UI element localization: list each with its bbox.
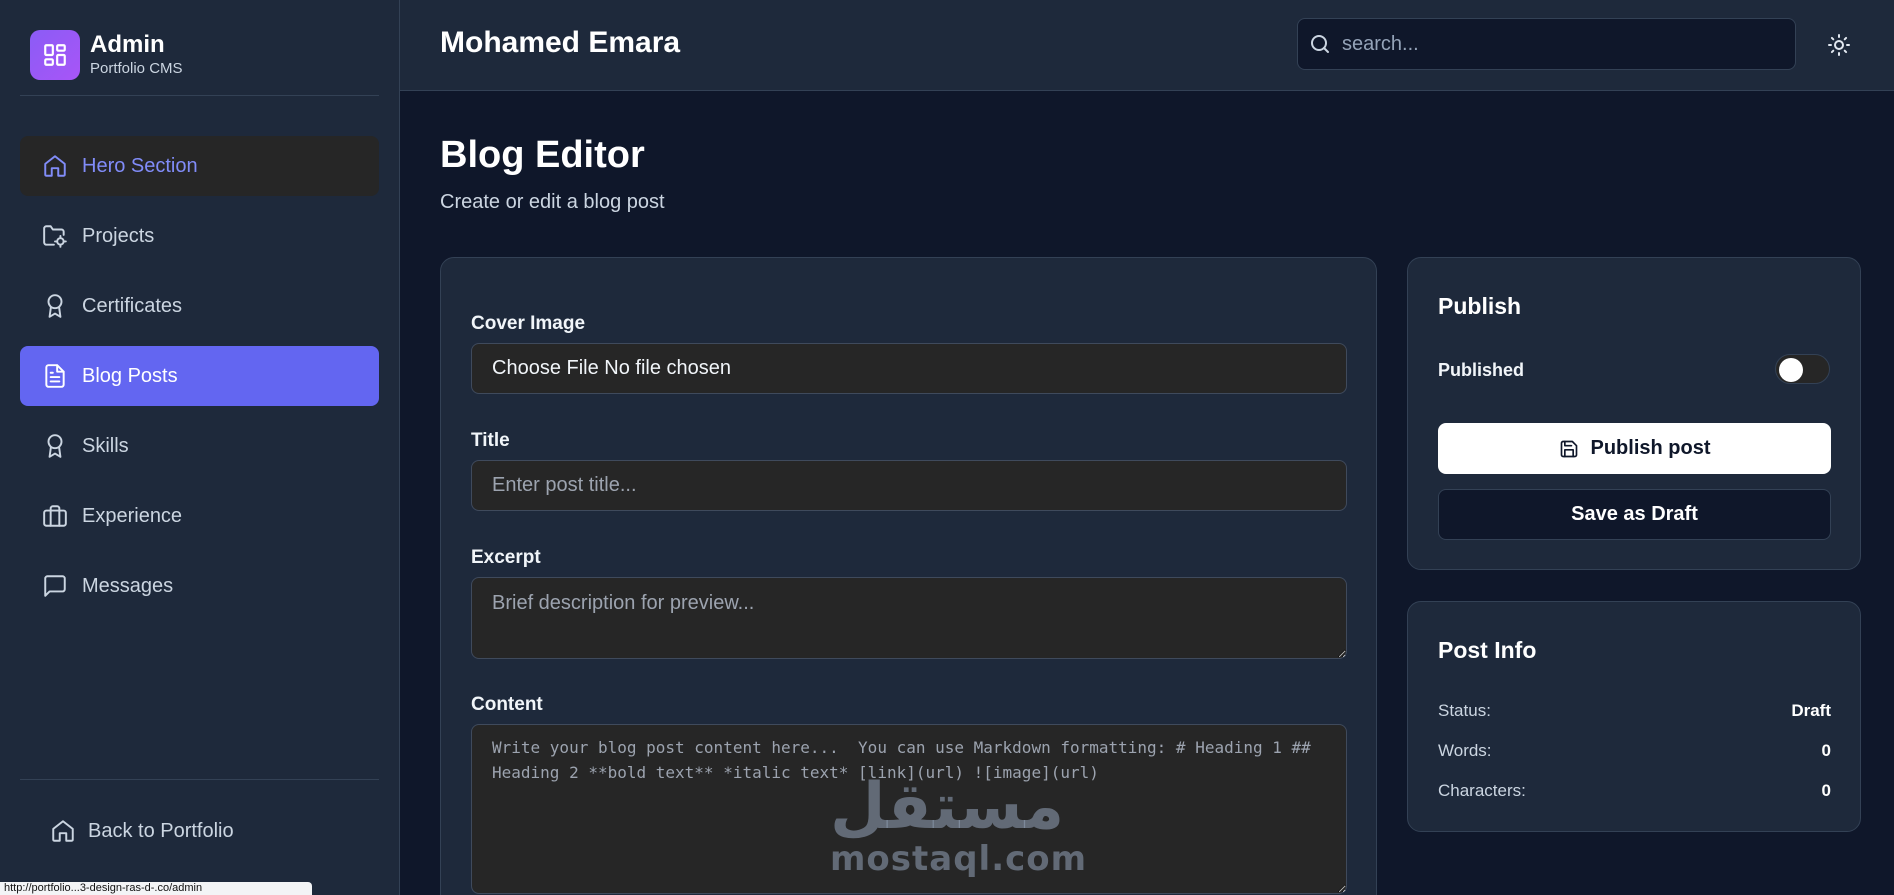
post-info-title: Post Info — [1438, 637, 1537, 663]
sidebar-item-label: Blog Posts — [82, 364, 178, 387]
publish-post-label: Publish post — [1590, 437, 1711, 459]
sidebar-nav: Hero Section Projects Certificates Blog … — [20, 136, 379, 626]
dashboard-grid-icon — [30, 30, 80, 80]
sidebar-item-messages[interactable]: Messages — [20, 556, 379, 616]
post-info-card: Post Info Status: Draft Words: 0 Charact… — [1407, 601, 1861, 832]
sidebar-item-skills[interactable]: Skills — [20, 416, 379, 476]
publish-post-button[interactable]: Publish post — [1438, 423, 1831, 474]
user-name: Mohamed Emara — [440, 26, 681, 59]
info-key: Characters: — [1438, 781, 1526, 800]
sidebar-item-label: Hero Section — [82, 154, 198, 177]
content-label: Content — [471, 694, 543, 715]
home-icon — [40, 151, 70, 181]
characters-value: 0 — [1821, 781, 1831, 800]
brand-subtitle: Portfolio CMS — [90, 60, 183, 77]
watermark-arabic: مستقل — [830, 770, 1065, 844]
award-icon — [40, 291, 70, 321]
sidebar-item-certificates[interactable]: Certificates — [20, 276, 379, 336]
sun-icon[interactable] — [1826, 32, 1852, 58]
watermark-latin: mostaql.com — [830, 839, 1088, 879]
award-icon — [40, 431, 70, 461]
sidebar-item-projects[interactable]: Projects — [20, 206, 379, 266]
briefcase-icon — [40, 501, 70, 531]
back-to-portfolio-label: Back to Portfolio — [88, 819, 234, 842]
info-row-words: Words: 0 — [1438, 741, 1831, 761]
sidebar-item-experience[interactable]: Experience — [20, 486, 379, 546]
file-input-text: Choose File No file chosen — [492, 357, 732, 379]
info-key: Status: — [1438, 701, 1491, 720]
published-toggle[interactable] — [1775, 354, 1830, 384]
folder-icon — [40, 221, 70, 251]
excerpt-label: Excerpt — [471, 547, 541, 568]
search-input[interactable] — [1342, 32, 1762, 56]
watermark: مستقل mostaql.com — [830, 770, 1088, 879]
search-box[interactable] — [1297, 18, 1796, 70]
sidebar-item-label: Messages — [82, 574, 174, 597]
brand: Admin Portfolio CMS — [30, 30, 183, 80]
status-value: Draft — [1791, 701, 1831, 720]
sidebar-item-label: Certificates — [82, 294, 183, 317]
toggle-knob — [1779, 358, 1803, 382]
browser-status-url: http://portfolio...3-design-ras-d-.co/ad… — [0, 882, 312, 895]
sidebar-divider-top — [20, 95, 379, 96]
post-title-input[interactable] — [471, 460, 1347, 511]
sidebar-divider-bottom — [20, 779, 379, 780]
document-icon — [40, 361, 70, 391]
title-label: Title — [471, 430, 510, 451]
save-icon — [1559, 439, 1579, 459]
home-icon — [50, 818, 76, 844]
published-label: Published — [1438, 360, 1525, 380]
publish-title: Publish — [1438, 293, 1522, 319]
page-title: Blog Editor — [440, 134, 645, 176]
publish-card: Publish Published Publish post Save as D… — [1407, 257, 1861, 570]
sidebar-item-hero-section[interactable]: Hero Section — [20, 136, 379, 196]
top-header: Mohamed Emara — [400, 0, 1894, 91]
info-row-status: Status: Draft — [1438, 701, 1831, 721]
sidebar-item-label: Projects — [82, 224, 155, 247]
info-key: Words: — [1438, 741, 1492, 760]
info-row-characters: Characters: 0 — [1438, 781, 1831, 801]
message-icon — [40, 571, 70, 601]
brand-title: Admin — [90, 31, 165, 58]
words-value: 0 — [1821, 741, 1831, 760]
sidebar-item-label: Skills — [82, 434, 129, 457]
back-to-portfolio-link[interactable]: Back to Portfolio — [50, 818, 234, 844]
sidebar-item-label: Experience — [82, 504, 183, 527]
save-draft-button[interactable]: Save as Draft — [1438, 489, 1831, 540]
excerpt-textarea[interactable] — [471, 577, 1347, 659]
sidebar-item-blog-posts[interactable]: Blog Posts — [20, 346, 379, 406]
search-icon — [1308, 32, 1332, 56]
sidebar: Admin Portfolio CMS Hero Section Project… — [0, 0, 400, 895]
cover-image-file-input[interactable]: Choose File No file chosen — [471, 343, 1347, 394]
page-subtitle: Create or edit a blog post — [440, 191, 665, 213]
cover-image-label: Cover Image — [471, 313, 586, 334]
